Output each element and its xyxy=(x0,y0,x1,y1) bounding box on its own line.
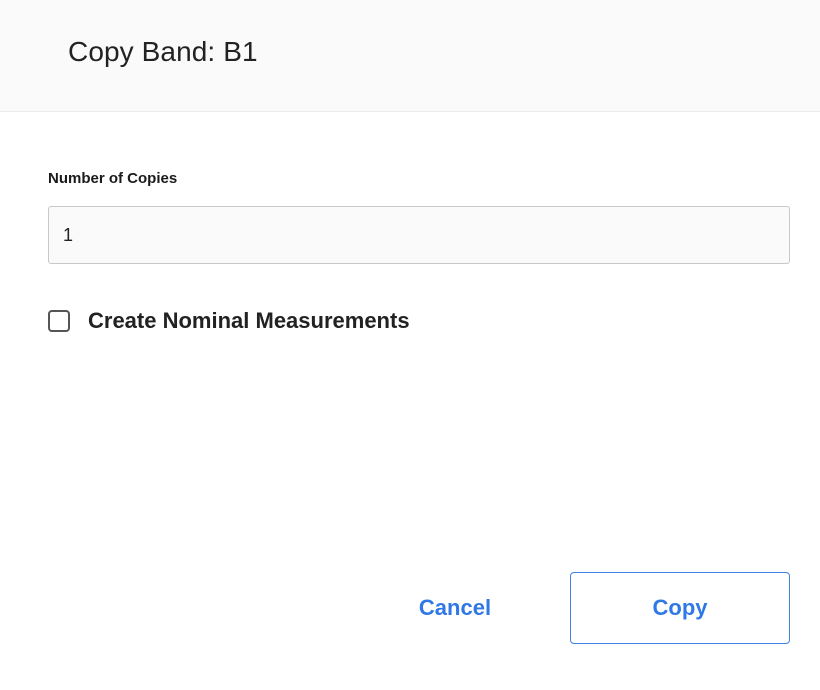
cancel-button[interactable]: Cancel xyxy=(400,572,510,644)
dialog-title: Copy Band: B1 xyxy=(68,36,258,67)
create-nominal-measurements-checkbox[interactable] xyxy=(48,310,70,332)
copy-button[interactable]: Copy xyxy=(570,572,790,644)
create-nominal-measurements-row[interactable]: Create Nominal Measurements xyxy=(48,307,410,335)
dialog-header: Copy Band: B1 xyxy=(0,0,820,112)
create-nominal-measurements-label[interactable]: Create Nominal Measurements xyxy=(88,308,410,334)
number-of-copies-input[interactable] xyxy=(48,206,790,264)
number-of-copies-label: Number of Copies xyxy=(48,170,178,187)
copy-band-dialog: Copy Band: B1 Number of Copies Create No… xyxy=(0,0,820,690)
